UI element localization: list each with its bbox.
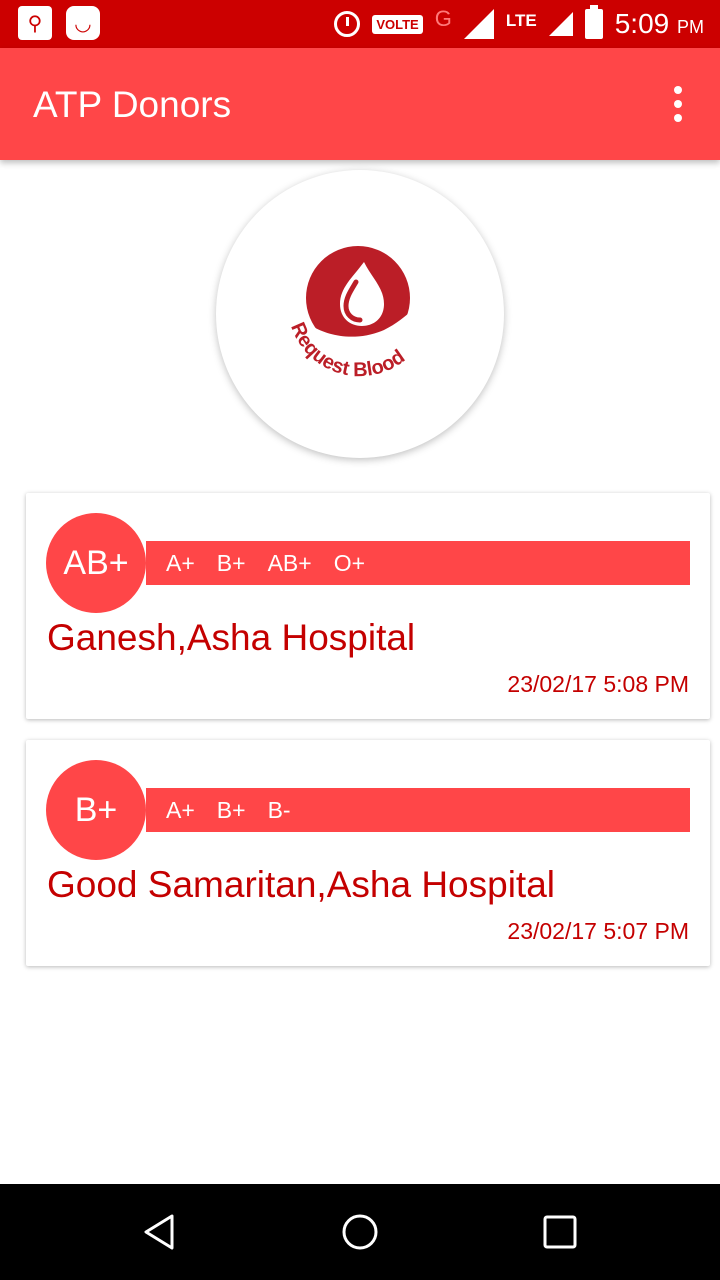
request-timestamp: 23/02/17 5:07 PM [507, 918, 689, 944]
requester-name: Good Samaritan,Asha Hospital [47, 864, 555, 905]
status-bar: ⚲ ◡ VOLTE G LTE 5:09 PM [0, 0, 720, 48]
home-icon[interactable] [312, 1184, 408, 1280]
usb-icon: ⚲ [18, 6, 52, 40]
compatible-groups-bar: A+ B+ B- [146, 788, 690, 832]
compatible-group: A+ [166, 796, 195, 823]
back-icon[interactable] [112, 1184, 208, 1280]
compatible-group: B+ [216, 796, 246, 823]
signal-icon-2 [548, 12, 573, 36]
lte-icon: LTE [505, 11, 537, 30]
app-title: ATP Donors [33, 84, 232, 125]
app-bar: ATP Donors [0, 48, 720, 160]
android-icon: ◡ [66, 6, 100, 40]
compatible-group: B+ [216, 549, 246, 576]
logo-button[interactable]: Request Blood [216, 170, 504, 458]
compatible-group: O+ [333, 549, 366, 576]
requester-name: Ganesh,Asha Hospital [47, 617, 416, 658]
compatible-group: A+ [166, 549, 195, 576]
recents-icon[interactable] [512, 1184, 608, 1280]
alarm-icon [334, 11, 361, 37]
g-network-icon: G [434, 6, 452, 31]
blood-group-badge: B+ [46, 760, 146, 860]
request-card[interactable]: A+ B+ B- B+ Good Samaritan,Asha Hospital… [26, 740, 710, 966]
navigation-bar [0, 1184, 720, 1280]
signal-icon [463, 9, 494, 39]
blood-drop-hand-icon: Request Blood [286, 246, 412, 381]
request-card[interactable]: A+ B+ AB+ O+ AB+ Ganesh,Asha Hospital 23… [26, 493, 710, 719]
compatible-group: B- [267, 796, 291, 823]
overflow-menu-icon[interactable] [666, 86, 690, 122]
volte-badge: VOLTE [372, 14, 423, 34]
blood-group-badge: AB+ [46, 513, 146, 613]
battery-icon [584, 5, 603, 39]
compatible-groups-bar: A+ B+ AB+ O+ [146, 541, 690, 585]
request-timestamp: 23/02/17 5:08 PM [507, 671, 689, 697]
clock: 5:09 PM [614, 8, 704, 39]
compatible-group: AB+ [267, 549, 312, 576]
